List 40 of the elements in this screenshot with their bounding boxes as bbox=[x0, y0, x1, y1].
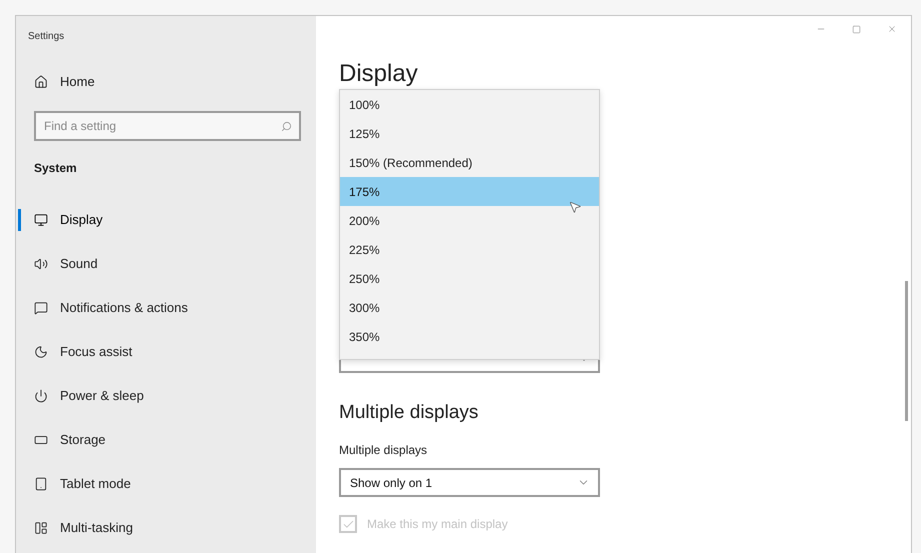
section-heading: System bbox=[34, 160, 77, 177]
moon-icon bbox=[34, 345, 48, 359]
sidebar-item[interactable]: Storage bbox=[16, 430, 106, 450]
dropdown-option[interactable]: 100% bbox=[340, 90, 599, 119]
storage-drive-icon bbox=[34, 433, 48, 447]
home-link[interactable]: Home bbox=[16, 72, 95, 92]
dropdown-option[interactable]: 300% bbox=[340, 293, 599, 322]
home-icon bbox=[34, 75, 48, 89]
search-icon bbox=[281, 121, 292, 132]
checkbox-label: Make this my main display bbox=[367, 516, 508, 533]
tablet-icon bbox=[34, 477, 48, 491]
message-icon bbox=[34, 301, 48, 315]
sidebar-item[interactable]: Tablet mode bbox=[16, 474, 131, 494]
field-label: Multiple displays bbox=[339, 442, 428, 459]
multiple-displays-select[interactable]: Show only on 1 bbox=[339, 468, 600, 497]
sidebar-item[interactable]: Sound bbox=[16, 254, 98, 274]
power-icon bbox=[34, 389, 48, 403]
dropdown-option[interactable]: 200% bbox=[340, 206, 599, 235]
dropdown-option[interactable]: 350% bbox=[340, 322, 599, 351]
search-field[interactable]: Find a setting bbox=[34, 111, 301, 141]
page-heading: Display bbox=[339, 60, 418, 88]
close-icon bbox=[887, 24, 897, 34]
dropdown-option[interactable]: 250% bbox=[340, 264, 599, 293]
maximize-icon bbox=[852, 24, 861, 34]
scrollbar-thumb[interactable] bbox=[905, 281, 908, 421]
speaker-icon bbox=[34, 257, 48, 271]
dropdown-option[interactable]: 225% bbox=[340, 235, 599, 264]
sidebar-item[interactable]: Power & sleep bbox=[16, 386, 144, 406]
dropdown-option[interactable]: 175% bbox=[340, 177, 599, 206]
sidebar-item[interactable]: Display bbox=[16, 210, 103, 230]
mouse-cursor-icon bbox=[568, 200, 582, 214]
multitasking-icon bbox=[34, 521, 48, 535]
sidebar-item[interactable]: Multi-tasking bbox=[16, 518, 133, 538]
section-heading: Multiple displays bbox=[339, 400, 478, 425]
dropdown-option[interactable]: 125% bbox=[340, 119, 599, 148]
window-title: Settings bbox=[28, 30, 64, 44]
monitor-icon bbox=[34, 213, 48, 227]
sidebar-item[interactable]: Notifications & actions bbox=[16, 298, 188, 318]
sidebar-item[interactable]: Focus assist bbox=[16, 342, 132, 362]
dropdown-option[interactable]: 150% (Recommended) bbox=[340, 148, 599, 177]
